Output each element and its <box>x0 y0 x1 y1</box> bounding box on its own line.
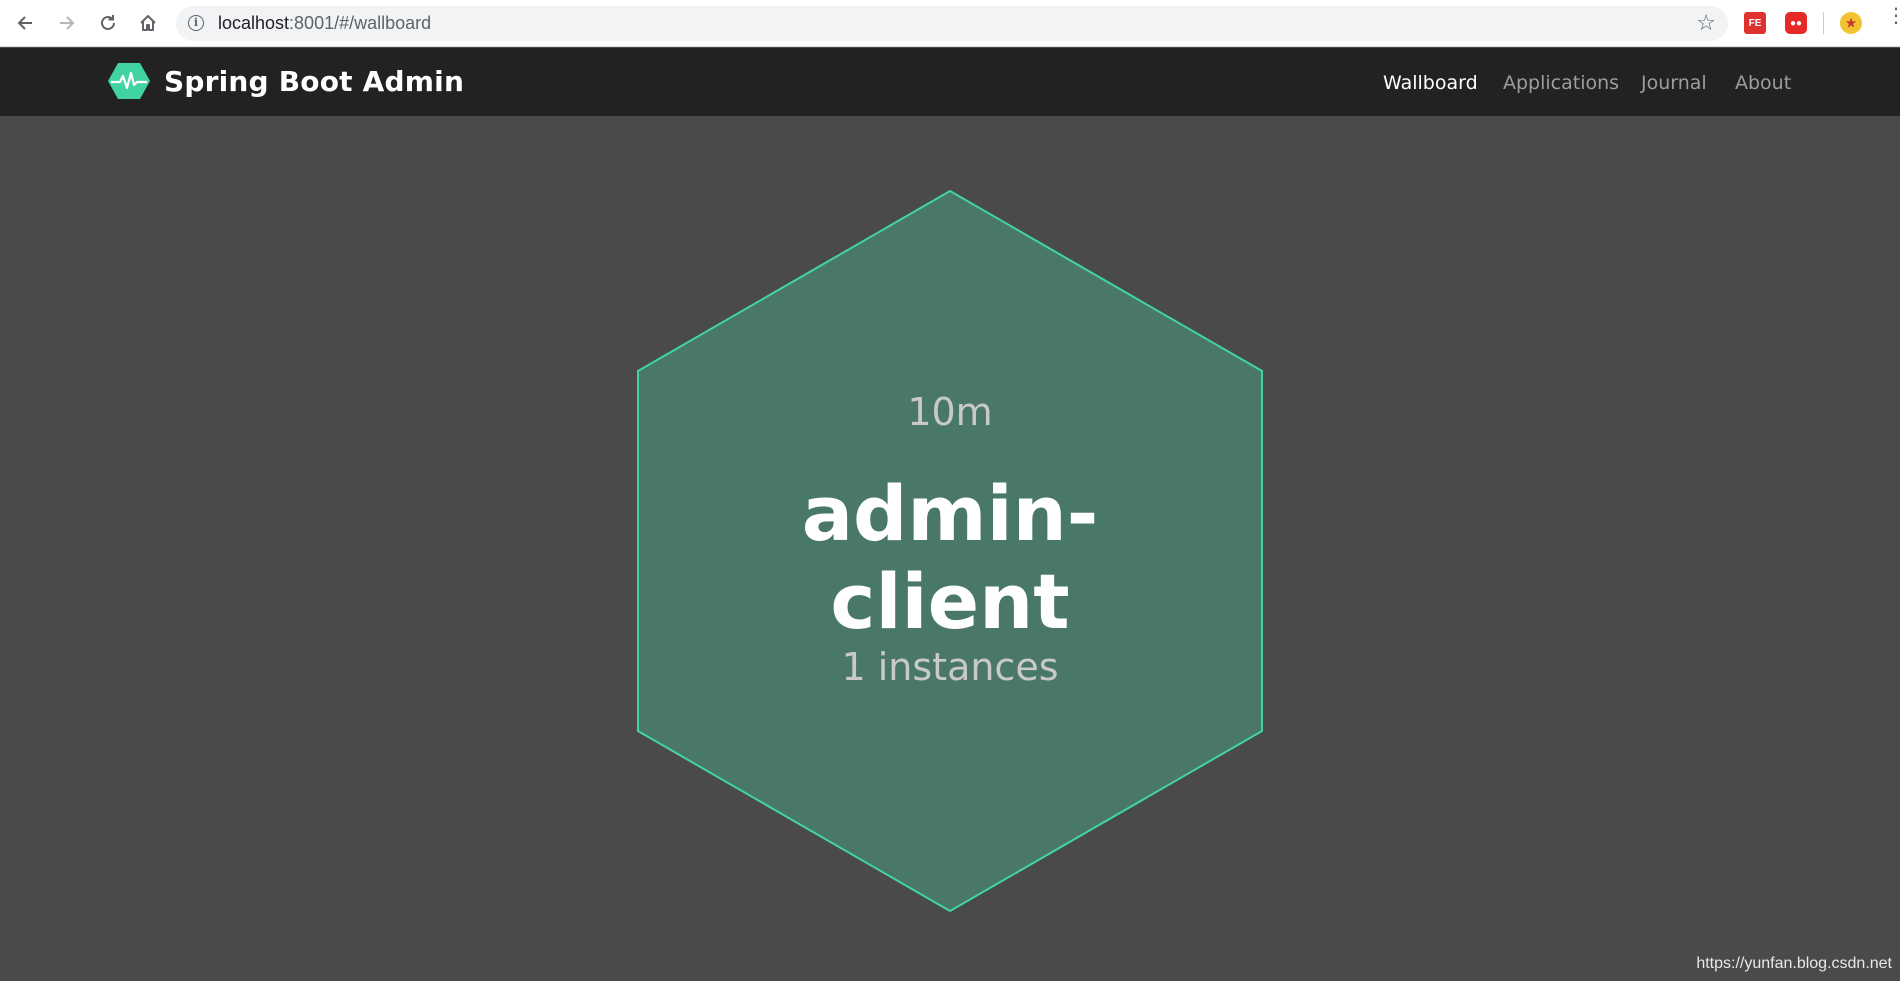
watermark: https://yunfan.blog.csdn.net <box>1696 955 1892 972</box>
browser-menu-icon[interactable]: ⋮ <box>1886 5 1900 25</box>
nav-wallboard[interactable]: Wallboard <box>1383 72 1478 94</box>
forward-icon[interactable] <box>52 9 82 37</box>
app-navbar: Spring Boot Admin Wallboard Applications… <box>0 48 1900 116</box>
fe-helper-extension-icon[interactable]: FE <box>1744 12 1766 34</box>
info-icon[interactable]: i <box>188 15 204 31</box>
reload-icon[interactable] <box>93 9 123 37</box>
nav-about[interactable]: About <box>1735 72 1791 94</box>
nav-links: Wallboard Applications Journal About <box>0 72 1900 98</box>
application-name[interactable]: admin-client <box>636 470 1264 646</box>
extension-separator <box>1823 12 1824 34</box>
avatar-extension-icon[interactable]: ★ <box>1840 12 1862 34</box>
url-text[interactable]: localhost:8001/#/wallboard <box>218 13 431 34</box>
nav-applications[interactable]: Applications <box>1503 72 1619 94</box>
back-icon[interactable] <box>10 9 40 37</box>
red-extension-icon[interactable]: ●● <box>1785 12 1807 34</box>
application-uptime: 10m <box>907 390 993 434</box>
application-name-line-1: admin- <box>801 469 1099 558</box>
nav-journal[interactable]: Journal <box>1641 72 1707 94</box>
address-bar[interactable]: i localhost:8001/#/wallboard ☆ <box>176 6 1728 41</box>
browser-toolbar: i localhost:8001/#/wallboard ☆ FE ●● ★ ⋮ <box>0 0 1900 47</box>
application-instances: 1 instances <box>841 645 1059 689</box>
application-name-line-2: client <box>830 557 1070 646</box>
star-icon[interactable]: ☆ <box>1696 11 1716 36</box>
home-icon[interactable] <box>133 9 163 37</box>
